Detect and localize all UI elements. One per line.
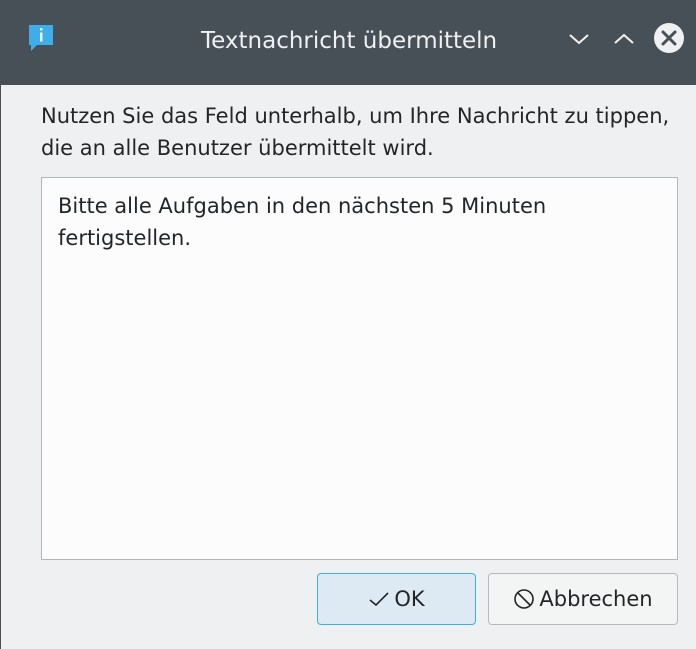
cancel-label: Abbrechen [539,587,653,611]
ok-button[interactable]: OK [317,573,476,625]
message-dialog: Textnachricht übermitteln Nutzen Sie das… [0,0,696,649]
close-button[interactable] [651,22,687,58]
title-bar[interactable]: Textnachricht übermitteln [1,0,696,85]
chevron-up-icon [613,31,635,50]
checkmark-icon [368,590,390,608]
dialog-description: Nutzen Sie das Feld unterhalb, um Ihre N… [41,104,670,160]
ok-label: OK [394,587,425,611]
chevron-down-icon [568,31,590,50]
maximize-button[interactable] [606,22,642,58]
message-bubble-icon [27,23,55,55]
cancel-circle-icon [513,588,535,610]
window-title: Textnachricht übermitteln [201,28,498,54]
message-textarea[interactable]: Bitte alle Aufgaben in den nächsten 5 Mi… [41,177,678,560]
close-circle-icon [653,22,685,58]
minimize-button[interactable] [561,22,597,58]
cancel-button[interactable]: Abbrechen [488,573,678,625]
